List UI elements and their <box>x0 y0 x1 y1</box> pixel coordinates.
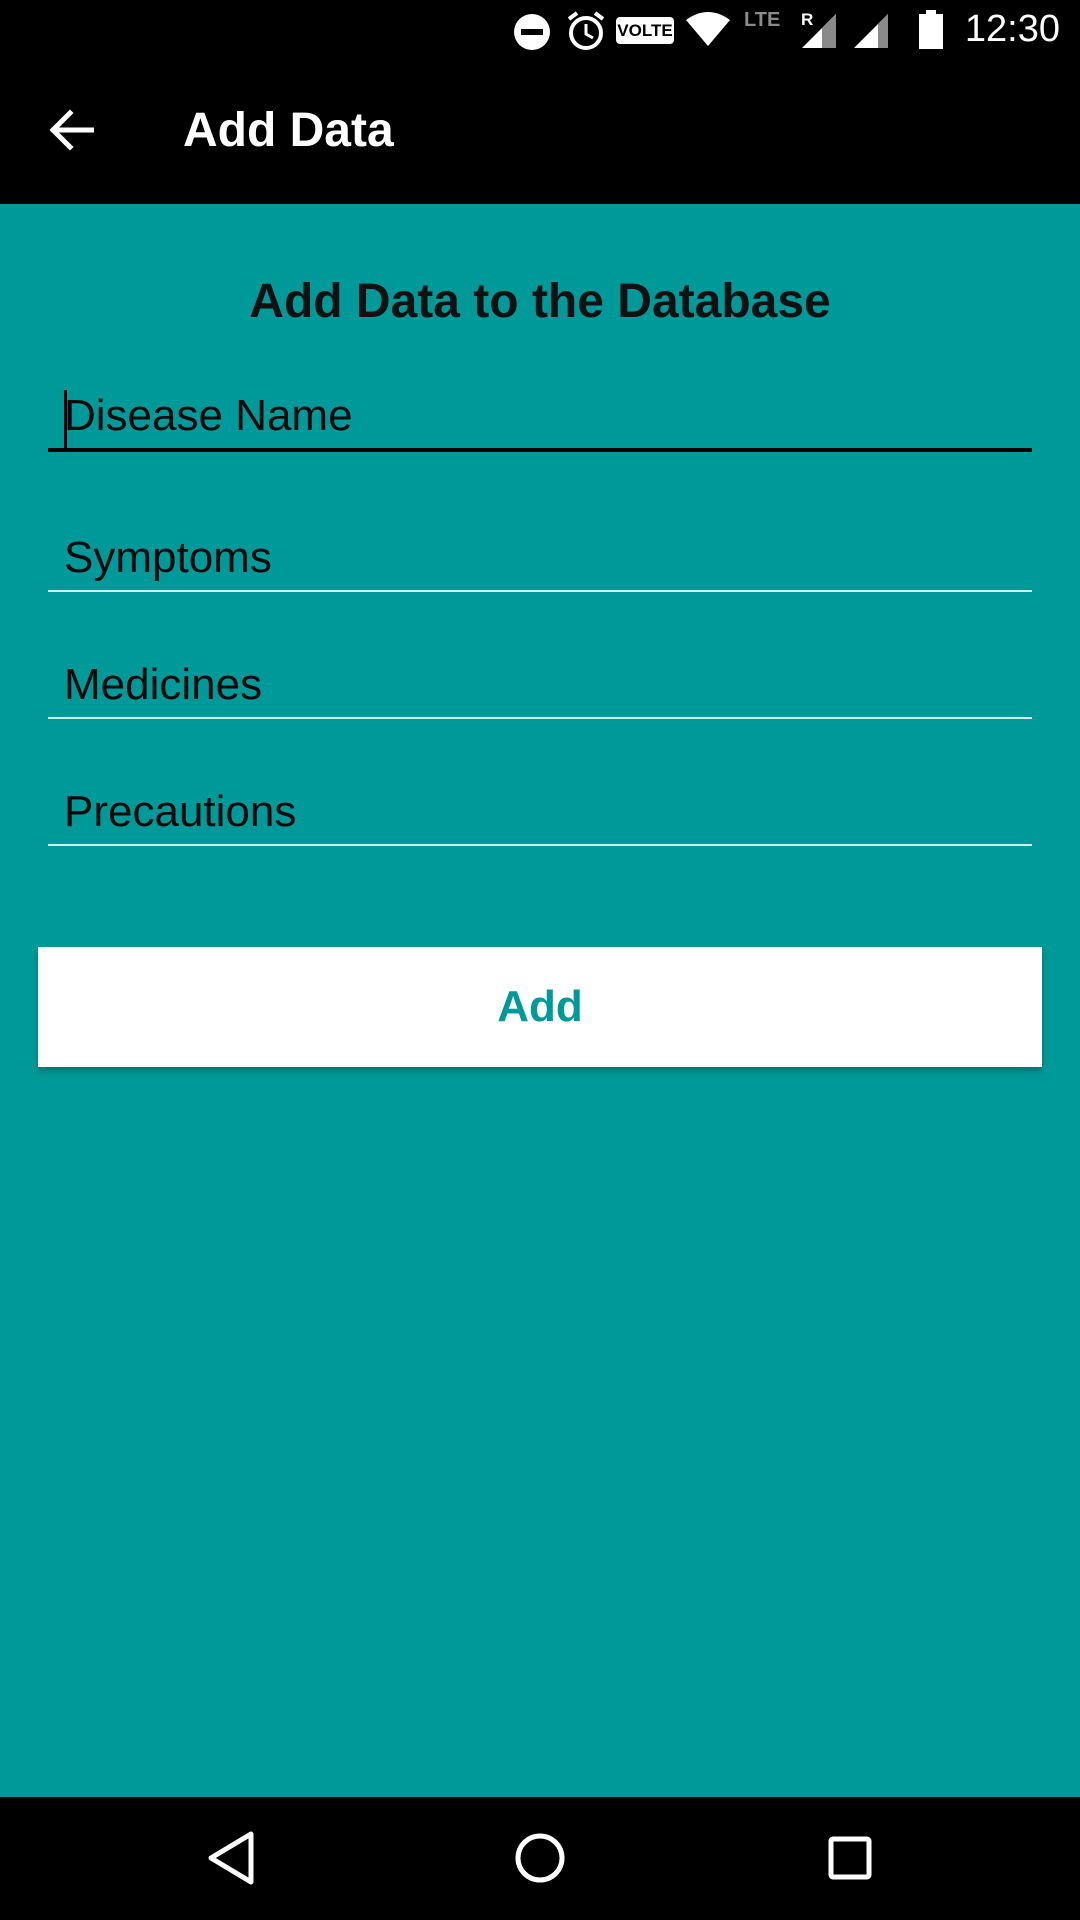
network-type: LTE <box>744 9 781 31</box>
signal-icon <box>800 12 838 54</box>
precautions-input[interactable] <box>48 780 1032 844</box>
arrow-back-icon <box>48 109 95 155</box>
form-container: Add Data to the Database Add <box>0 204 1080 1797</box>
battery-icon <box>918 10 944 54</box>
volte-icon: VOLTE <box>616 17 674 44</box>
dnd-icon <box>512 12 552 56</box>
form-heading: Add Data to the Database <box>249 275 831 328</box>
precautions-field <box>48 780 1032 846</box>
nav-home-button[interactable] <box>505 1825 575 1895</box>
status-bar: VOLTE LTE R 12:30 <box>0 0 1080 63</box>
field-underline <box>48 717 1032 719</box>
disease-name-input[interactable] <box>48 384 1032 448</box>
home-circle-icon <box>513 1831 567 1889</box>
app-bar-title: Add Data <box>183 104 394 157</box>
signal-icon <box>852 12 890 54</box>
app-bar: Add Data <box>0 63 1080 204</box>
medicines-input[interactable] <box>48 653 1032 717</box>
status-time: 12:30 <box>964 8 1060 50</box>
text-cursor <box>64 390 67 448</box>
recents-square-icon <box>826 1834 874 1886</box>
symptoms-field <box>48 526 1032 592</box>
field-underline <box>48 844 1032 846</box>
nav-back-button[interactable] <box>196 1825 266 1895</box>
add-button[interactable]: Add <box>38 947 1042 1067</box>
field-underline <box>48 590 1032 592</box>
back-triangle-icon <box>205 1830 257 1890</box>
field-underline <box>48 448 1032 452</box>
medicines-field <box>48 653 1032 719</box>
alarm-icon <box>566 10 606 56</box>
navigation-bar <box>0 1797 1080 1920</box>
symptoms-input[interactable] <box>48 526 1032 590</box>
wifi-icon <box>686 12 730 52</box>
back-button[interactable] <box>36 97 106 167</box>
nav-recents-button[interactable] <box>815 1825 885 1895</box>
disease-name-field <box>48 384 1032 452</box>
